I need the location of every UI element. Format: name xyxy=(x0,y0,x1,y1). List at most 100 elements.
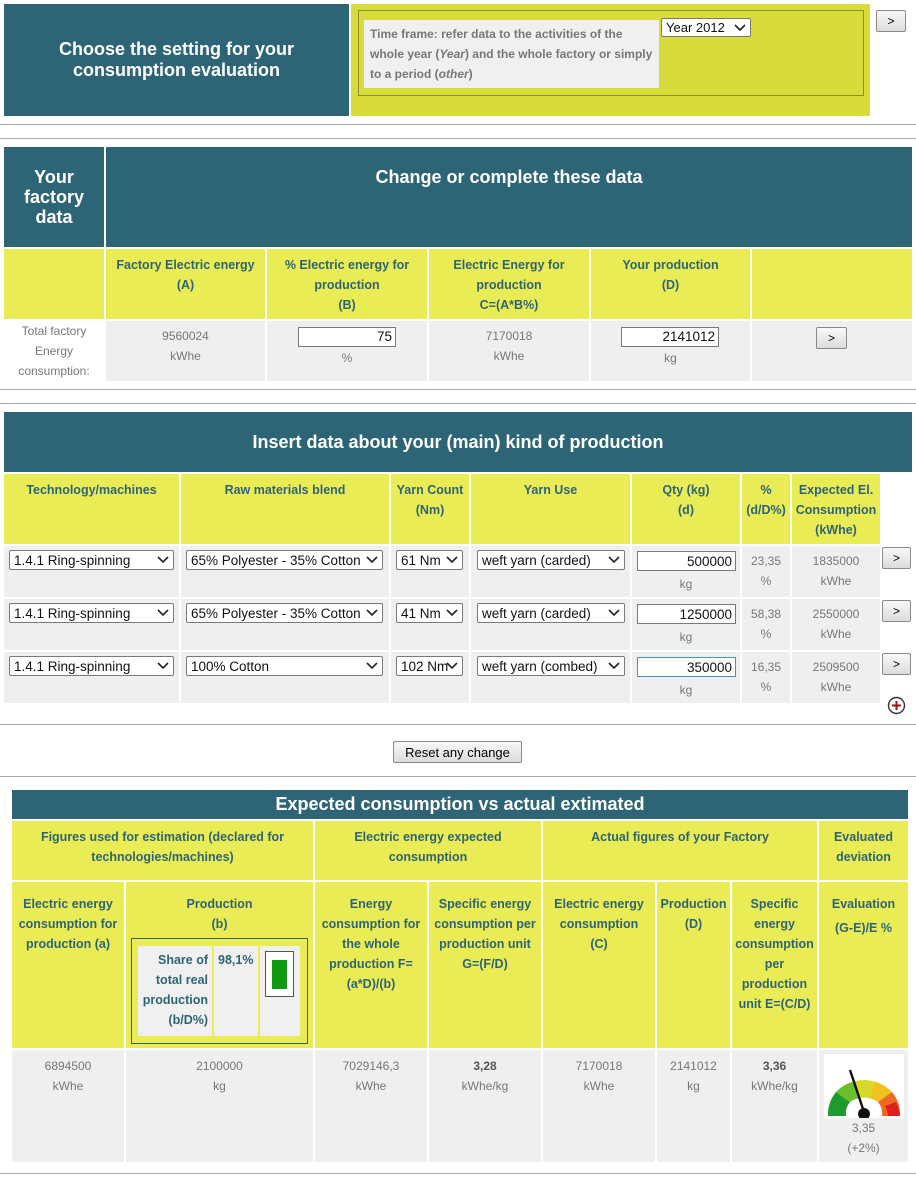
qty-input[interactable]: 350000 xyxy=(637,657,736,677)
factory-go-button[interactable]: > xyxy=(816,327,847,349)
factory-c-cell: 7170018 kWhe xyxy=(429,321,589,381)
qty-unit: kg xyxy=(679,630,693,644)
expected-unit: kWhe xyxy=(820,574,852,588)
pct-unit: % xyxy=(760,680,772,694)
factory-a-unit: kWhe xyxy=(170,349,201,363)
factory-header-c: Electric Energy for production C=(A*B%) xyxy=(429,249,589,319)
chevron-down-icon xyxy=(156,604,170,622)
val-eval: 3,35 (+2%) xyxy=(819,1050,908,1162)
val-b: 2100000 kg xyxy=(126,1050,313,1162)
count-select[interactable]: 41 Nm xyxy=(396,603,463,623)
group-figures: Figures used for estimation (declared fo… xyxy=(12,821,313,880)
factory-side-title: Your factory data xyxy=(4,147,104,247)
factory-b-input[interactable]: 75 xyxy=(298,327,396,347)
val-c: 7170018 kWhe xyxy=(543,1050,655,1162)
expected-value: 1835000 xyxy=(812,554,860,568)
h-g: Specific energy consumption per producti… xyxy=(429,882,541,1048)
group-actual: Actual figures of your Factory xyxy=(543,821,817,880)
share-value-cell: 98,1% xyxy=(214,946,258,1036)
use-select[interactable]: weft yarn (carded) xyxy=(477,603,625,623)
divider xyxy=(0,124,916,125)
chevron-down-icon xyxy=(365,551,379,569)
add-row-icon[interactable] xyxy=(887,696,906,715)
prod-header-pct: % (d/D%) xyxy=(742,474,790,544)
divider xyxy=(0,138,916,139)
expected-value: 2550000 xyxy=(812,607,860,621)
factory-b-unit: % xyxy=(341,351,353,365)
chevron-down-icon xyxy=(445,604,459,622)
gauge-value: 3,35 xyxy=(851,1121,876,1135)
group-dev: Evaluated deviation xyxy=(819,821,908,880)
val-d: 2141012 kg xyxy=(657,1050,730,1162)
chevron-down-icon xyxy=(365,604,379,622)
factory-b-cell: 75 % xyxy=(267,321,427,381)
h-eval: Evaluation (G-E)/E % xyxy=(819,882,908,1048)
prod-header-count: Yarn Count (Nm) xyxy=(391,474,469,544)
gauge-icon xyxy=(823,1054,904,1120)
pct-unit: % xyxy=(760,574,772,588)
count-select[interactable]: 102 Nm xyxy=(396,656,463,676)
h-d: Production (D) xyxy=(657,882,730,1048)
timeframe-description: Time frame: refer data to the activities… xyxy=(364,20,659,88)
factory-c-value: 7170018 xyxy=(485,329,533,343)
chevron-down-icon xyxy=(733,19,747,36)
expected-title-bar: Expected consumption vs actual extimated xyxy=(12,790,908,819)
tech-select[interactable]: 1.4.1 Ring-spinning xyxy=(9,603,174,623)
qty-unit: kg xyxy=(679,683,693,697)
group-expected: Electric energy expected consumption xyxy=(315,821,541,880)
divider xyxy=(0,724,916,725)
count-select[interactable]: 61 Nm xyxy=(396,550,463,570)
val-f: 7029146,3 kWhe xyxy=(315,1050,427,1162)
blend-select[interactable]: 65% Polyester - 35% Cotton xyxy=(186,550,383,570)
qty-input[interactable]: 500000 xyxy=(637,551,736,571)
share-label-cell: Share of total real production (b/D%) xyxy=(138,946,212,1036)
factory-d-cell: 2141012 kg xyxy=(591,321,750,381)
val-e: 3,36 kWhe/kg xyxy=(732,1050,817,1162)
prod-header-expected: Expected El. Consumption (kWhe) xyxy=(792,474,880,544)
settings-title-line2: consumption evaluation xyxy=(72,60,281,80)
factory-row-label: Total factory Energy consumption: xyxy=(18,324,90,378)
factory-d-input[interactable]: 2141012 xyxy=(621,327,719,347)
val-g: 3,28 kWhe/kg xyxy=(429,1050,541,1162)
factory-header-empty xyxy=(752,249,912,319)
factory-a-cell: 9560024 kWhe xyxy=(106,321,265,381)
use-select[interactable]: weft yarn (carded) xyxy=(477,550,625,570)
row-go-button[interactable]: > xyxy=(882,547,911,569)
expected-unit: kWhe xyxy=(820,680,852,694)
divider xyxy=(0,776,916,777)
settings-title-panel: Choose the setting for your consumption … xyxy=(4,4,349,116)
prod-header-tech: Technology/machines xyxy=(4,474,179,544)
reset-button[interactable]: Reset any change xyxy=(393,741,522,763)
tech-select[interactable]: 1.4.1 Ring-spinning xyxy=(9,656,174,676)
share-bar-frame xyxy=(265,951,294,997)
row-go-button[interactable]: > xyxy=(882,600,911,622)
factory-main-title: Change or complete these data xyxy=(106,147,912,247)
chevron-down-icon xyxy=(445,551,459,569)
prod-header-use: Yarn Use xyxy=(471,474,630,544)
blend-select[interactable]: 65% Polyester - 35% Cotton xyxy=(186,603,383,623)
tech-select[interactable]: 1.4.1 Ring-spinning xyxy=(9,550,174,570)
chevron-down-icon xyxy=(156,657,170,675)
blend-select[interactable]: 100% Cotton xyxy=(186,656,383,676)
year-select[interactable]: Year 2012 xyxy=(661,18,751,37)
h-c: Electric energy consumption (C) xyxy=(543,882,655,1048)
settings-go-button[interactable]: > xyxy=(876,10,906,32)
factory-d-unit: kg xyxy=(664,351,677,365)
production-title-bar: Insert data about your (main) kind of pr… xyxy=(4,412,912,472)
pct-unit: % xyxy=(760,627,772,641)
pct-value: 23,35 xyxy=(750,554,782,568)
chevron-down-icon xyxy=(445,657,459,675)
qty-input[interactable]: 1250000 xyxy=(637,604,736,624)
factory-header-a: Factory Electric energy (A) xyxy=(106,249,265,319)
pct-value: 16,35 xyxy=(750,660,782,674)
prod-header-qty: Qty (kg) (d) xyxy=(632,474,740,544)
pct-value: 58,38 xyxy=(750,607,782,621)
chevron-down-icon xyxy=(607,551,621,569)
row-go-button[interactable]: > xyxy=(882,653,911,675)
use-select[interactable]: weft yarn (combed) xyxy=(477,656,625,676)
chevron-down-icon xyxy=(607,604,621,622)
expected-value: 2509500 xyxy=(812,660,860,674)
divider xyxy=(0,403,916,404)
factory-header-b: % Electric energy for production (B) xyxy=(267,249,427,319)
factory-a-value: 9560024 xyxy=(162,329,209,343)
